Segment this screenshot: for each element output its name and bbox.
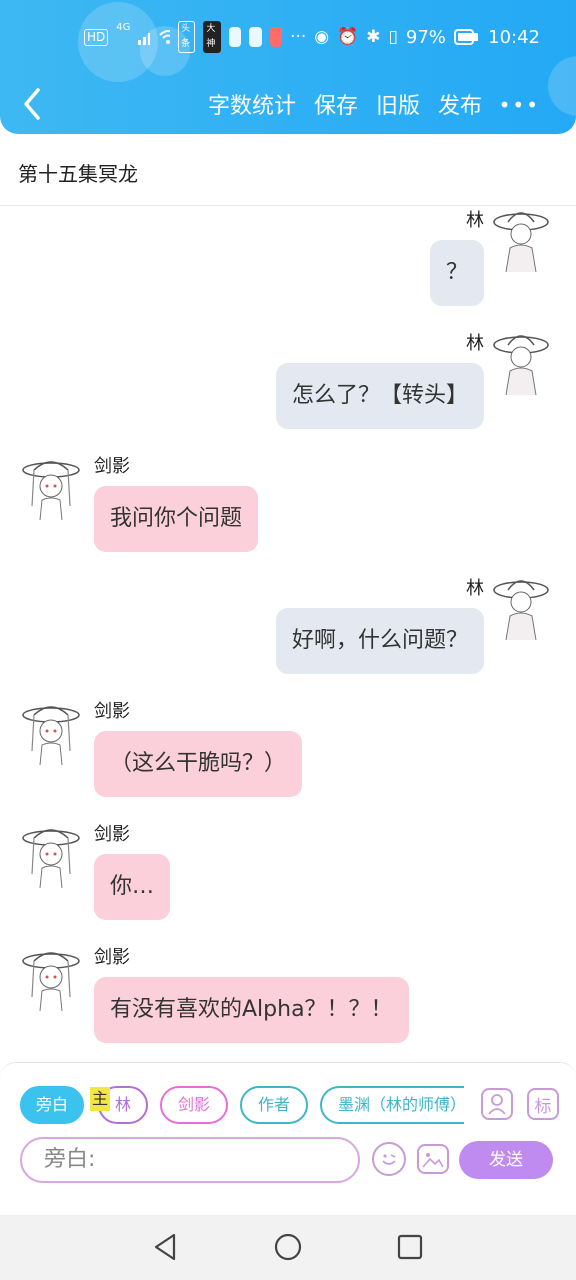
send-button[interactable]: 发送 (459, 1141, 553, 1179)
old-version-button[interactable]: 旧版 (376, 88, 420, 120)
eye-icon: ◉ (314, 27, 330, 47)
hd-icon: HD (84, 28, 109, 46)
sender-name: 林 (466, 578, 484, 599)
add-role-button[interactable] (481, 1088, 513, 1120)
clock: 10:42 (488, 26, 541, 48)
decorative-bubble (548, 56, 576, 116)
avatar-jianying[interactable] (22, 947, 80, 1011)
system-nav-bar (0, 1215, 576, 1280)
main-character-tag: 主 (90, 1087, 110, 1111)
message-bubble[interactable]: （这么干脆吗？） (94, 731, 303, 797)
app-header: HD 4G 头条 大神 ··· ◉ ⏰ ✱ ▯ 97% 10:42 字数统计 保… (0, 0, 576, 134)
message-bubble[interactable]: 我问你个问题 (94, 486, 259, 552)
person-icon (488, 1094, 506, 1115)
mark-button[interactable]: 标 (527, 1088, 559, 1120)
smiley-icon (382, 1154, 396, 1165)
avatar-lin[interactable] (492, 331, 550, 395)
avatar-jianying[interactable] (22, 701, 80, 765)
toutiao-icon: 头条 (178, 21, 196, 53)
sender-name: 林 (466, 333, 484, 354)
header-actions: 字数统计 保存 旧版 发布 (208, 88, 482, 120)
message-bubble[interactable]: 有没有喜欢的Alpha？！？！ (94, 977, 409, 1043)
role-chip-author[interactable]: 作者 (240, 1086, 308, 1124)
message-bubble[interactable]: 怎么了？【转头】 (275, 363, 484, 429)
image-button[interactable] (417, 1144, 449, 1174)
bluetooth-icon: ✱ (366, 27, 381, 47)
sender-name: 剑影 (94, 824, 130, 845)
avatar-jianying[interactable] (22, 456, 80, 520)
message-bubble[interactable]: 你… (94, 854, 171, 920)
role-chip-moyuan[interactable]: 墨渊（林的师傅） (320, 1086, 464, 1124)
message-bubble[interactable]: ？ (429, 240, 484, 306)
alarm-icon: ⏰ (337, 27, 359, 47)
save-button[interactable]: 保存 (314, 88, 358, 120)
avatar-jianying[interactable] (22, 824, 80, 888)
chevron-left-icon (24, 88, 40, 120)
bulb-icon (228, 27, 242, 47)
emoji-button[interactable] (372, 1142, 406, 1176)
nav-recents-icon[interactable] (394, 1231, 426, 1263)
nav-back-icon[interactable] (150, 1231, 182, 1263)
signal-icon (138, 33, 150, 45)
episode-title-bar: 第十五集冥龙 (0, 134, 576, 206)
status-bar: HD 4G 头条 大神 ··· ◉ ⏰ ✱ ▯ 97% 10:42 (84, 21, 541, 53)
sender-name: 剑影 (94, 947, 130, 968)
message-input[interactable]: 旁白: (20, 1137, 360, 1183)
network-label: 4G (116, 22, 131, 33)
app-icon (249, 27, 262, 47)
dashen-icon: 大神 (203, 21, 221, 53)
more-dots-icon: ••• (498, 93, 540, 117)
message-bubble[interactable]: 好啊，什么问题？ (275, 608, 484, 674)
avatar-lin[interactable] (492, 208, 550, 272)
word-count-button[interactable]: 字数统计 (208, 88, 296, 120)
book-icon (269, 27, 283, 47)
more-menu-button[interactable]: ••• (499, 86, 540, 119)
role-chip-narrator[interactable]: 旁白 (20, 1086, 84, 1124)
chat-area[interactable]: 林 ？ 林 怎么了？【转头】 剑影 我问你个问题 林 好啊，什么问题？ 剑影 （… (0, 206, 576, 1062)
sender-name: 剑影 (94, 456, 130, 477)
back-button[interactable] (18, 86, 48, 126)
battery-icon (453, 29, 479, 45)
nav-home-icon[interactable] (272, 1231, 304, 1263)
sender-name: 林 (466, 210, 484, 231)
avatar-lin[interactable] (492, 576, 550, 640)
image-icon (422, 1153, 444, 1168)
publish-button[interactable]: 发布 (438, 88, 482, 120)
battery-percent: 97% (405, 26, 446, 48)
more-dots-icon: ··· (290, 27, 307, 47)
vibrate-icon: ▯ (388, 27, 398, 47)
episode-title[interactable]: 第十五集冥龙 (18, 158, 138, 187)
sender-name: 剑影 (94, 701, 130, 722)
role-chip-jianying[interactable]: 剑影 (160, 1086, 228, 1124)
wifi-icon (158, 30, 171, 44)
